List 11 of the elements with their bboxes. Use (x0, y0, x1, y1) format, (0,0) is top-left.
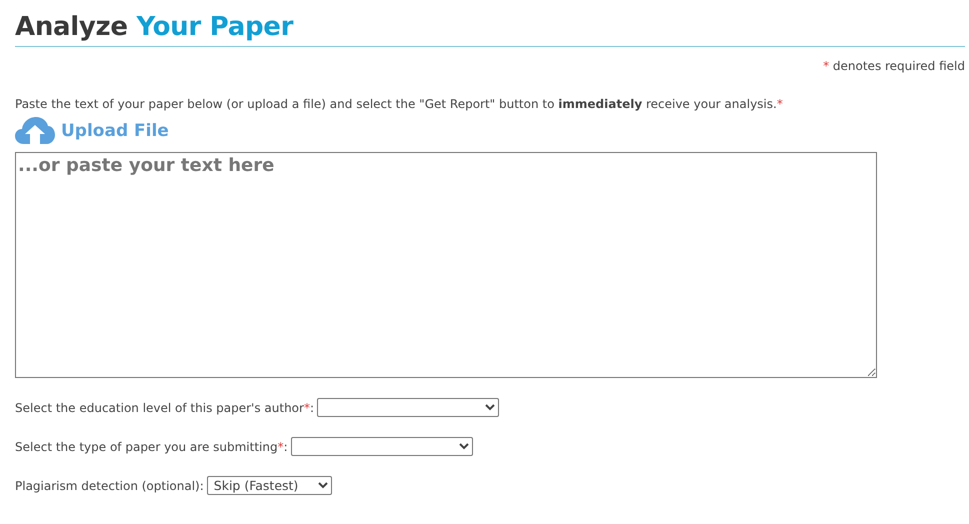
select-label: Plagiarism detection (optional): (15, 478, 204, 492)
dropdown-field[interactable] (290, 437, 473, 456)
select-label: Select the education level of this paper's author*: (15, 400, 314, 414)
cloud-upload-icon (15, 117, 55, 145)
required-field-note: * denotes required field (823, 59, 965, 73)
page-title: Analyze Your Paper (15, 12, 965, 47)
dropdown-field[interactable]: Skip (Fastest) (206, 476, 332, 495)
select-label: Select the type of paper you are submitting*: (15, 440, 288, 454)
instructions-text: Paste the text of your paper below (or upload a file) and select the "Get Report" button to immediately receive your analysis.* (15, 97, 784, 111)
dropdown-field[interactable] (317, 398, 500, 417)
paper-text-field[interactable]: ...or paste your text here (15, 152, 877, 378)
